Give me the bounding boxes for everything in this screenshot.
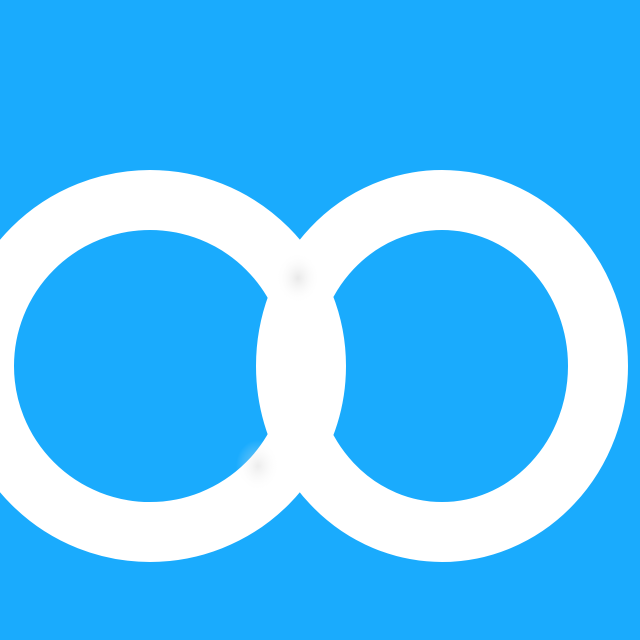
overlap-shadow-bottom bbox=[236, 440, 280, 492]
infinity-logo-icon bbox=[0, 170, 628, 562]
app-icon-tile bbox=[0, 0, 640, 640]
overlap-shadow-top bbox=[276, 252, 320, 304]
